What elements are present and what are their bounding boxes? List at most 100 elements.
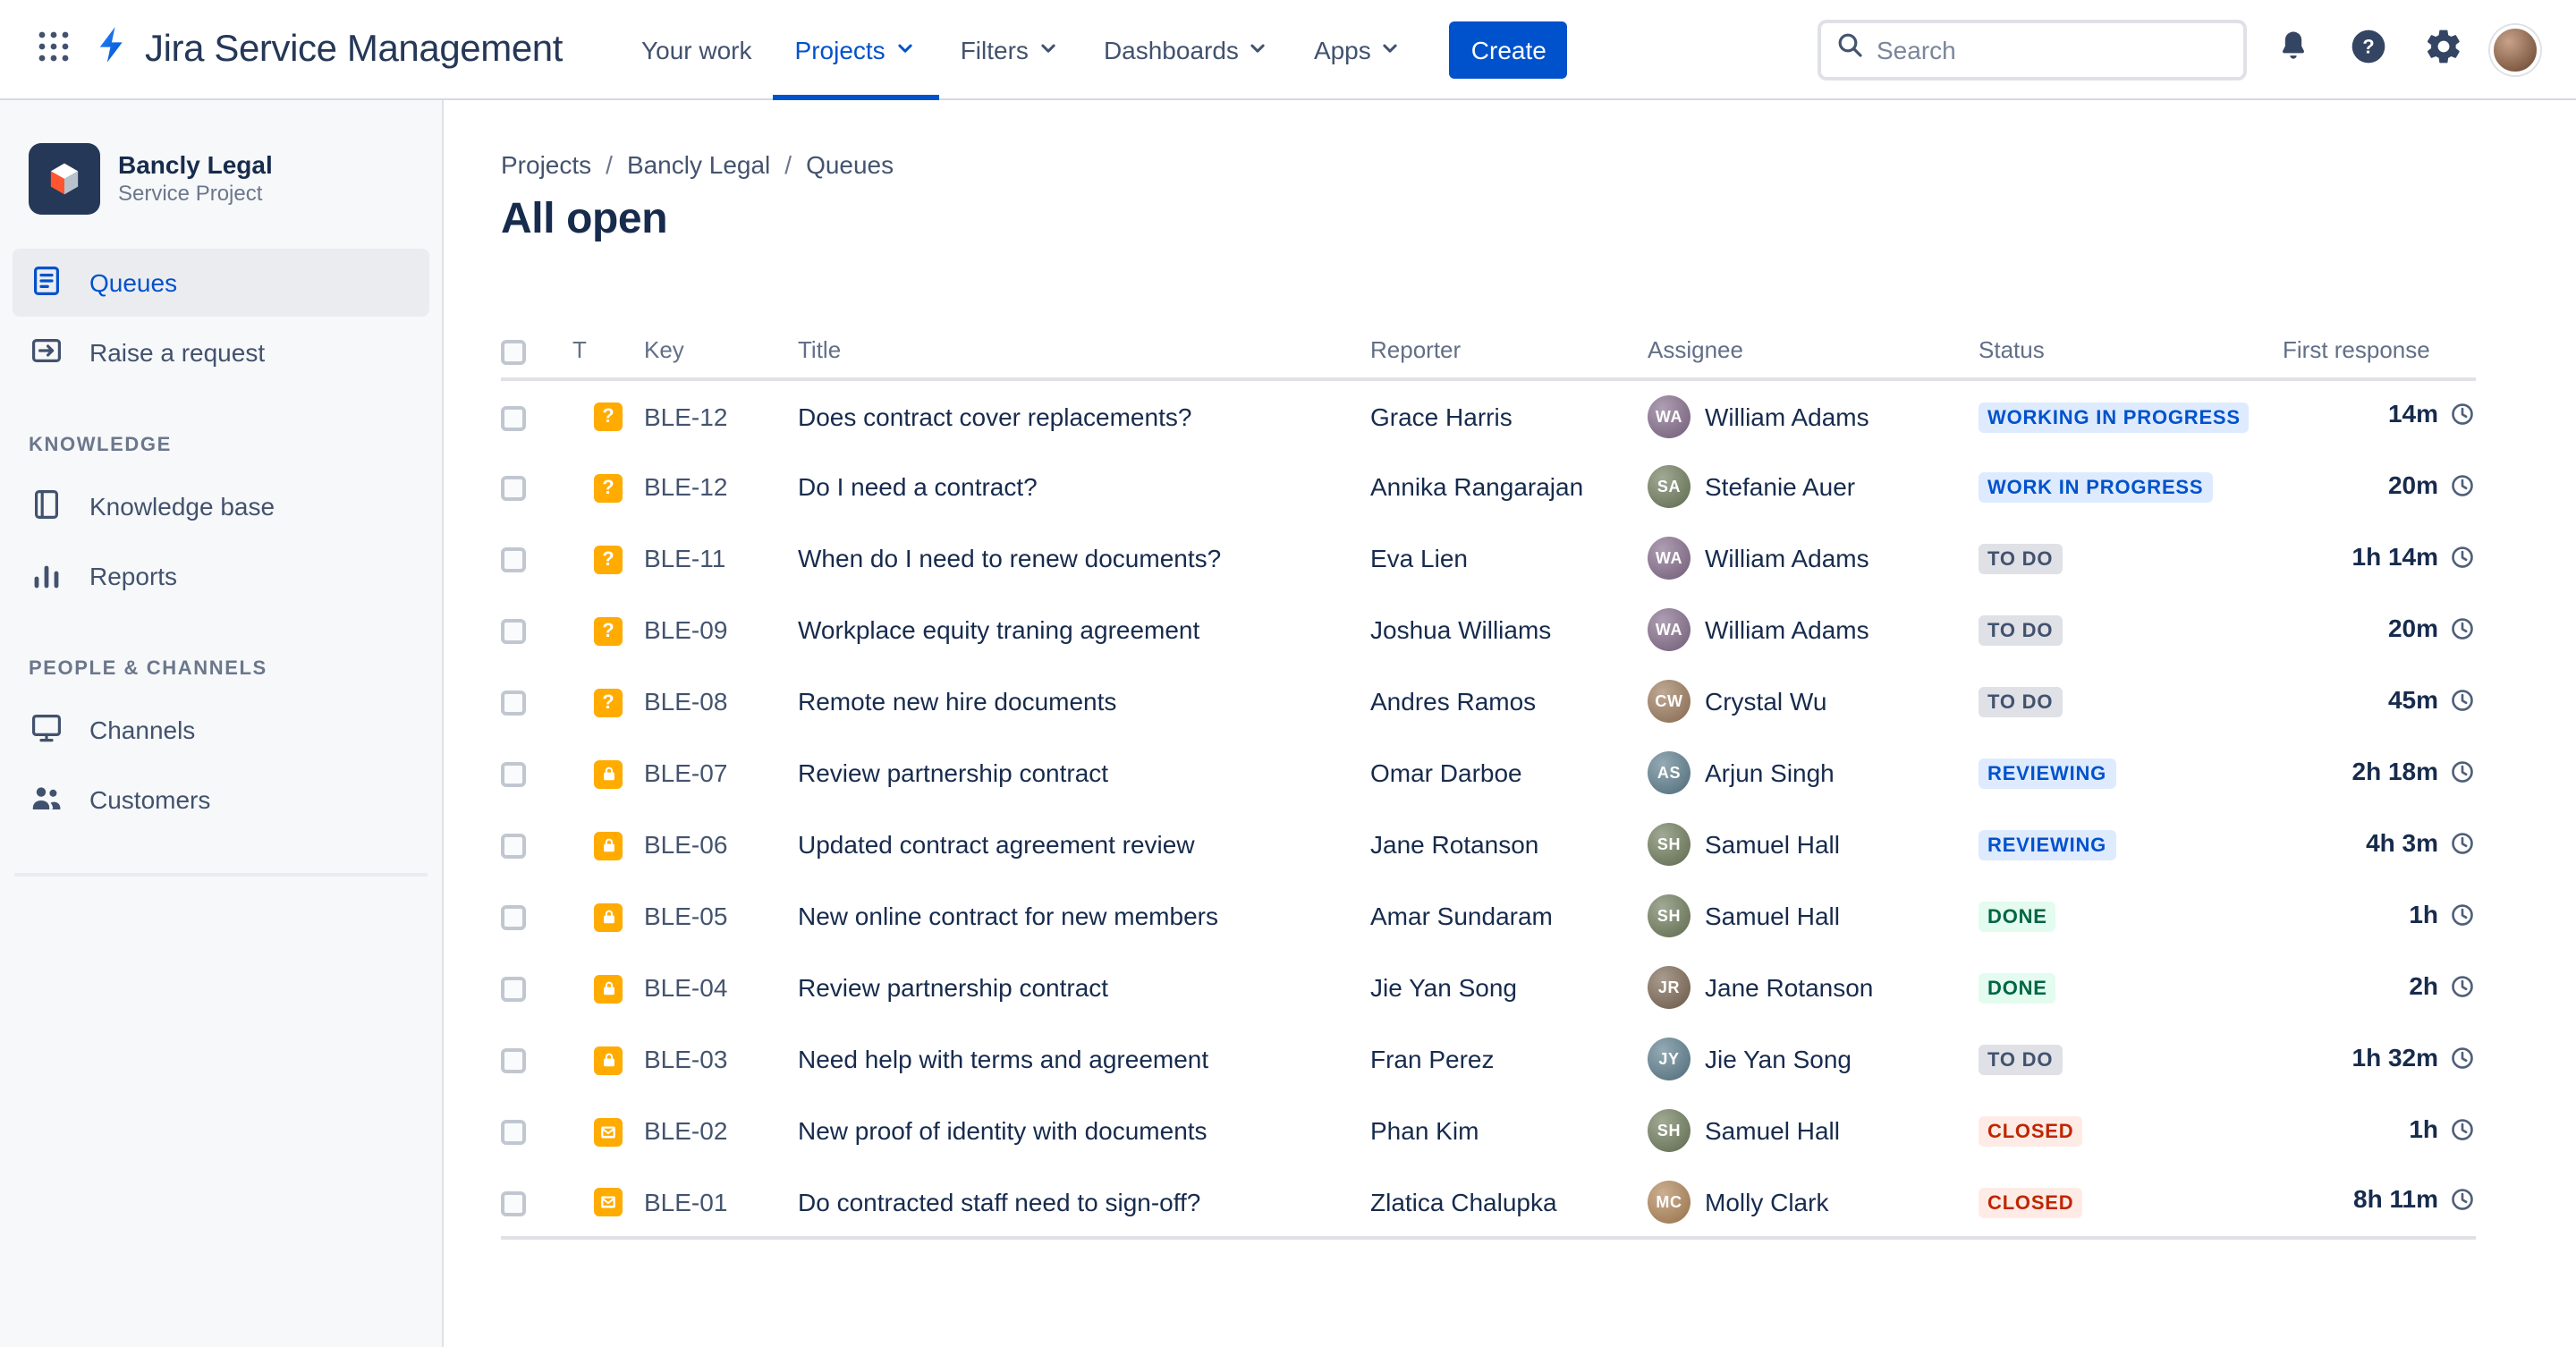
nav-projects[interactable]: Projects: [773, 0, 939, 99]
breadcrumb-projects[interactable]: Projects: [501, 150, 591, 179]
reporter-name: Zlatica Chalupka: [1370, 1166, 1648, 1240]
issue-title-link[interactable]: Remote new hire documents: [798, 687, 1116, 716]
reporter-name: Jane Rotanson: [1370, 830, 1539, 859]
issue-key[interactable]: BLE-12: [644, 451, 798, 522]
row-checkbox[interactable]: [501, 547, 526, 573]
issue-title-link[interactable]: Updated contract agreement review: [798, 830, 1195, 859]
sidebar-item-knowledge-base[interactable]: Knowledge base: [13, 472, 429, 540]
notifications-button[interactable]: [2265, 21, 2322, 78]
issue-key[interactable]: BLE-09: [644, 594, 798, 665]
question-type-icon: ?: [594, 402, 623, 432]
sidebar-item-queues[interactable]: Queues: [13, 249, 429, 317]
issue-key[interactable]: BLE-01: [644, 1166, 798, 1240]
issue-title-link[interactable]: Review partnership contract: [798, 973, 1108, 1002]
sidebar-item-channels[interactable]: Channels: [13, 696, 429, 764]
issue-title-link[interactable]: Workplace equity traning agreement: [798, 615, 1199, 644]
search-input[interactable]: [1877, 35, 2229, 64]
issue-key[interactable]: BLE-08: [644, 665, 798, 737]
project-avatar-icon: [29, 143, 100, 215]
column-header-reporter: Reporter: [1370, 336, 1648, 381]
table-row[interactable]: BLE-07 Review partnership contract Omar …: [501, 737, 2476, 809]
table-row[interactable]: BLE-02 New proof of identity with docume…: [501, 1095, 2476, 1166]
first-response-time: 1h: [2409, 1114, 2438, 1142]
issue-key[interactable]: BLE-03: [644, 1023, 798, 1095]
settings-button[interactable]: [2415, 21, 2472, 78]
row-checkbox[interactable]: [501, 762, 526, 788]
row-checkbox[interactable]: [501, 619, 526, 645]
issue-key[interactable]: BLE-04: [644, 952, 798, 1023]
sidebar-item-reports[interactable]: Reports: [13, 542, 429, 610]
assignee-avatar: SH: [1648, 1109, 1690, 1152]
nav-dashboards[interactable]: Dashboards: [1082, 0, 1292, 99]
project-name: Bancly Legal: [118, 150, 273, 179]
table-row[interactable]: ? BLE-11 When do I need to renew documen…: [501, 522, 2476, 594]
issue-title-link[interactable]: When do I need to renew documents?: [798, 544, 1221, 572]
row-checkbox[interactable]: [501, 977, 526, 1003]
email-type-icon: [594, 1117, 623, 1147]
reporter-name: Fran Perez: [1370, 1045, 1495, 1073]
issue-key[interactable]: BLE-02: [644, 1095, 798, 1166]
table-row[interactable]: BLE-05 New online contract for new membe…: [501, 880, 2476, 952]
project-type: Service Project: [118, 181, 263, 206]
question-type-icon: ?: [594, 616, 623, 646]
first-response-time: 1h 14m: [2351, 541, 2439, 570]
table-row[interactable]: ? BLE-12 Do I need a contract? Annika Ra…: [501, 451, 2476, 522]
page-title: All open: [501, 195, 668, 243]
issue-title-link[interactable]: Need help with terms and agreement: [798, 1045, 1208, 1073]
first-response-time: 4h 3m: [2366, 827, 2438, 856]
issue-title-link[interactable]: Do I need a contract?: [798, 472, 1038, 501]
app-switcher-button[interactable]: [25, 21, 82, 78]
create-button[interactable]: Create: [1449, 21, 1568, 78]
clock-icon: [2449, 474, 2476, 504]
table-row[interactable]: ? BLE-08 Remote new hire documents Andre…: [501, 665, 2476, 737]
table-header-row: T Key Title Reporter Assignee Status Fir…: [501, 336, 2476, 381]
nav-filters[interactable]: Filters: [939, 0, 1082, 99]
row-checkbox[interactable]: [501, 690, 526, 716]
user-avatar[interactable]: [2490, 24, 2540, 74]
sidebar-item-raise-a-request[interactable]: Raise a request: [13, 318, 429, 386]
table-row[interactable]: BLE-01 Do contracted staff need to sign-…: [501, 1166, 2476, 1240]
issue-title-link[interactable]: Does contract cover replacements?: [798, 402, 1191, 430]
issue-key[interactable]: BLE-11: [644, 522, 798, 594]
issue-title-link[interactable]: New online contract for new members: [798, 902, 1218, 930]
clock-icon: [2449, 546, 2476, 575]
select-all-checkbox[interactable]: [501, 339, 526, 365]
status-badge: WORKING IN PROGRESS: [1979, 402, 2250, 432]
sidebar-item-label: Queues: [89, 268, 178, 297]
clock-icon: [2449, 617, 2476, 647]
assignee-name: William Adams: [1705, 402, 1869, 430]
table-row[interactable]: BLE-03 Need help with terms and agreemen…: [501, 1023, 2476, 1095]
sidebar-item-customers[interactable]: Customers: [13, 766, 429, 834]
issue-key[interactable]: BLE-06: [644, 809, 798, 880]
status-badge: DONE: [1979, 973, 2056, 1004]
breadcrumb-queues[interactable]: Queues: [806, 150, 894, 179]
status-badge: REVIEWING: [1979, 830, 2116, 860]
issue-title-link[interactable]: New proof of identity with documents: [798, 1116, 1208, 1145]
issue-key[interactable]: BLE-12: [644, 379, 798, 451]
table-row[interactable]: BLE-06 Updated contract agreement review…: [501, 809, 2476, 880]
issue-title-link[interactable]: Do contracted staff need to sign-off?: [798, 1187, 1200, 1216]
sidebar-divider: [14, 873, 428, 877]
issue-title-link[interactable]: Review partnership contract: [798, 758, 1108, 787]
clock-icon: [2449, 975, 2476, 1004]
breadcrumb-project[interactable]: Bancly Legal: [627, 150, 770, 179]
table-row[interactable]: BLE-04 Review partnership contract Jie Y…: [501, 952, 2476, 1023]
row-checkbox[interactable]: [501, 405, 526, 431]
assignee-name: Crystal Wu: [1705, 687, 1827, 716]
row-checkbox[interactable]: [501, 1120, 526, 1146]
row-checkbox[interactable]: [501, 1190, 526, 1216]
assignee-avatar: JY: [1648, 1038, 1690, 1080]
issue-key[interactable]: BLE-05: [644, 880, 798, 952]
row-checkbox[interactable]: [501, 905, 526, 931]
table-row[interactable]: ? BLE-12 Does contract cover replacement…: [501, 379, 2476, 451]
nav-apps[interactable]: Apps: [1292, 0, 1425, 99]
row-checkbox[interactable]: [501, 834, 526, 860]
row-checkbox[interactable]: [501, 1048, 526, 1074]
jira-home-link[interactable]: Jira Service Management: [93, 25, 563, 73]
issue-key[interactable]: BLE-07: [644, 737, 798, 809]
help-button[interactable]: ?: [2340, 21, 2397, 78]
global-search[interactable]: [1818, 19, 2247, 80]
table-row[interactable]: ? BLE-09 Workplace equity traning agreem…: [501, 594, 2476, 665]
nav-your-work[interactable]: Your work: [620, 0, 774, 99]
row-checkbox[interactable]: [501, 476, 526, 502]
